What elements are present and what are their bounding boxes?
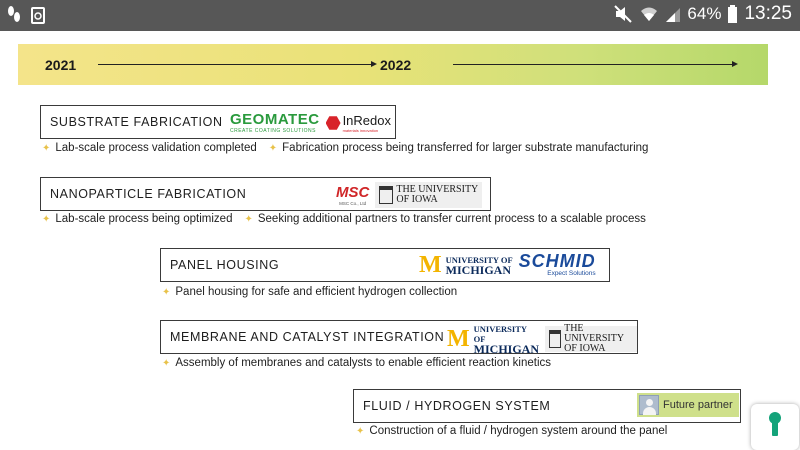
panel-housing-box: PANEL HOUSING M UNIVERSITY OF MICHIGAN S… [160,248,610,282]
star-bullet-icon: ✦ [42,213,51,225]
substrate-title: SUBSTRATE FABRICATION [50,115,223,129]
uiowa-line-2: OF IOWA [564,343,606,354]
university-of-iowa-logo: THE UNIVERSITY OF IOWA [375,182,483,208]
notification-icons [6,5,46,25]
old-capitol-building-icon [379,186,394,204]
fluid-partner-logos: Future partner [637,393,739,417]
list-item: ✦ Lab-scale process being optimized [42,213,232,225]
msc-logo: MSC MSC Co., Ltd [336,181,369,209]
bullet-text: Lab-scale process validation completed [55,142,257,154]
umich-line-1: UNIVERSITY OF [473,324,527,344]
membrane-partner-logos: M UNIVERSITY OF MICHIGAN THE UNIVERSITY … [447,323,637,356]
future-partner-badge: Future partner [637,393,739,417]
inredox-logo: InRedox materials innovation [325,109,391,137]
membrane-catalyst-box: MEMBRANE AND CATALYST INTEGRATION M UNIV… [160,320,638,356]
timeline-banner: 2021 2022 [18,44,768,85]
geomatec-logo-tagline: CREATE COATING SOLUTIONS [230,127,316,134]
block-m-icon: M [447,326,470,352]
nanoparticle-fabrication-box: NANOPARTICLE FABRICATION MSC MSC Co., Lt… [40,177,491,211]
substrate-bullets: ✦ Lab-scale process validation completed … [42,142,648,154]
mute-icon [614,5,633,23]
future-partner-label: Future partner [663,399,733,411]
steps-icon [8,6,20,22]
inredox-logo-tagline: materials innovation [342,127,379,133]
bullet-text: Panel housing for safe and efficient hyd… [175,286,458,298]
schmid-logo-tagline: Expect Solutions [547,270,596,277]
star-bullet-icon: ✦ [356,425,365,437]
nanoparticle-bullets: ✦ Lab-scale process being optimized ✦ Seek… [42,213,646,225]
clock: 13:25 [744,3,792,24]
list-item: ✦ Panel housing for safe and efficient hy… [162,286,457,298]
substrate-partner-logos: GEOMATEC CREATE COATING SOLUTIONS InRedo… [230,109,391,137]
list-item: ✦ Lab-scale process validation completed [42,142,257,154]
person-placeholder-icon [639,395,659,415]
university-of-michigan-logo: M UNIVERSITY OF MICHIGAN [447,324,539,356]
panel-bullets: ✦ Panel housing for safe and efficient hy… [162,286,457,298]
signal-icon [666,8,681,22]
schmid-logo: SCHMID Expect Solutions [519,252,596,277]
msc-logo-tagline: MSC Co., Ltd [339,200,367,206]
fluid-title: FLUID / HYDROGEN SYSTEM [363,399,551,413]
university-of-iowa-logo: THE UNIVERSITY OF IOWA [545,323,637,354]
star-bullet-icon: ✦ [42,142,51,154]
star-bullet-icon: ✦ [244,213,253,225]
uiowa-line-1: THE UNIVERSITY [564,323,625,344]
schmid-logo-text: SCHMID [518,251,596,271]
substrate-fabrication-box: SUBSTRATE FABRICATION GEOMATEC CREATE CO… [40,105,396,139]
block-m-icon: M [419,251,442,278]
list-item: ✦ Seeking additional partners to transfer… [244,213,645,225]
old-capitol-building-icon [549,330,562,348]
system-tray: 64% 13:25 [613,3,792,25]
battery-icon [728,5,738,23]
umich-line-2: MICHIGAN [445,262,511,277]
inredox-hexagon-icon [325,116,341,130]
panel-housing-title: PANEL HOUSING [170,258,280,272]
membrane-title: MEMBRANE AND CATALYST INTEGRATION [170,330,445,344]
msc-logo-text: MSC [336,183,370,201]
year-2022-label: 2022 [380,57,412,73]
year-2021-label: 2021 [45,57,77,73]
recycle-icon [31,7,45,24]
membrane-bullets: ✦ Assembly of membranes and catalysts to … [162,357,551,369]
list-item: ✦ Fabrication process being transferred f… [269,142,649,154]
nanoparticle-partner-logos: MSC MSC Co., Ltd THE UNIVERSITY OF IOWA [336,181,483,209]
umich-line-2: MICHIGAN [473,342,539,356]
nanoparticle-title: NANOPARTICLE FABRICATION [50,187,247,201]
key-icon [769,412,781,436]
geomatec-logo-text: GEOMATEC [230,110,320,128]
panel-partner-logos: M UNIVERSITY OF MICHIGAN SCHMID Expect S… [419,252,596,277]
bullet-text: Fabrication process being transferred fo… [282,142,649,154]
inredox-logo-text: InRedox [342,112,391,128]
bullet-text: Lab-scale process being optimized [55,213,233,225]
list-item: ✦ Assembly of membranes and catalysts to … [162,357,551,369]
fluid-bullets: ✦ Construction of a fluid / hydrogen syst… [356,425,667,437]
star-bullet-icon: ✦ [268,142,278,154]
star-bullet-icon: ✦ [162,357,171,369]
fluid-hydrogen-box: FLUID / HYDROGEN SYSTEM Future partner [353,389,741,423]
list-item: ✦ Construction of a fluid / hydrogen syst… [356,425,667,437]
university-of-michigan-logo: M UNIVERSITY OF MICHIGAN [419,253,513,277]
bullet-text: Construction of a fluid / hydrogen syste… [369,425,668,437]
uiowa-line-2: OF IOWA [396,194,438,205]
battery-percent: 64% [687,4,722,23]
geomatec-logo: GEOMATEC CREATE COATING SOLUTIONS [230,109,320,137]
timeline-arrow-2 [453,61,738,67]
accessibility-button[interactable] [751,404,799,450]
star-bullet-icon: ✦ [162,286,171,298]
wifi-icon [641,7,658,21]
bullet-text: Assembly of membranes and catalysts to e… [175,357,552,369]
timeline-arrow-1 [98,61,377,67]
status-bar: 64% 13:25 [0,0,800,31]
bullet-text: Seeking additional partners to transfer … [257,213,646,225]
